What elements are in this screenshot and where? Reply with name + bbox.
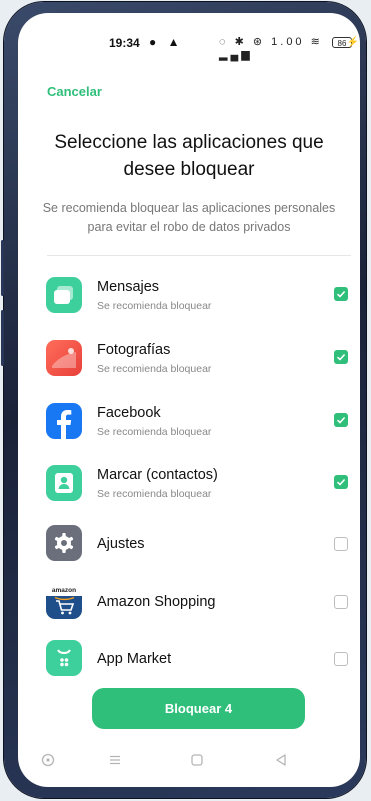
screen: 19:34 ● ▲ ◌ ✱ ⊛ 1.00 ≋ ▂▄▆ 86 ⚡ Cancelar… bbox=[18, 13, 360, 787]
app-row-ajustes[interactable]: Ajustes bbox=[18, 524, 360, 576]
checkbox-unchecked[interactable] bbox=[334, 537, 348, 551]
back-icon[interactable] bbox=[274, 753, 288, 767]
app-hint: Se recomienda bloquear bbox=[97, 300, 212, 312]
app-name: Facebook bbox=[97, 405, 161, 421]
app-name: Marcar (contactos) bbox=[97, 467, 218, 483]
checkbox-checked[interactable] bbox=[334, 413, 348, 427]
app-row-fotografias[interactable]: Fotografías Se recomienda bloquear bbox=[18, 338, 360, 390]
assistant-icon[interactable] bbox=[41, 753, 55, 767]
app-hint: Se recomienda bloquear bbox=[97, 363, 212, 375]
checkbox-checked[interactable] bbox=[334, 475, 348, 489]
app-name: App Market bbox=[97, 651, 172, 667]
app-row-amazon[interactable]: amazon Amazon Shopping bbox=[18, 582, 360, 634]
power-button bbox=[1, 310, 4, 366]
divider bbox=[47, 255, 351, 256]
checkbox-unchecked[interactable] bbox=[334, 652, 348, 666]
notification-icons: ● ▲ bbox=[149, 35, 184, 49]
amazon-icon: amazon bbox=[46, 583, 82, 619]
menu-icon[interactable] bbox=[108, 753, 122, 767]
battery-icon: 86 ⚡ bbox=[332, 37, 359, 48]
checkbox-unchecked[interactable] bbox=[334, 595, 348, 609]
app-name: Ajustes bbox=[97, 536, 145, 552]
app-name: Mensajes bbox=[97, 279, 160, 295]
status-time: 19:34 bbox=[109, 36, 140, 50]
charging-icon: ⚡ bbox=[346, 37, 359, 48]
app-market-icon bbox=[46, 640, 82, 676]
app-row-mensajes[interactable]: Mensajes Se recomienda bloquear bbox=[18, 275, 360, 327]
app-hint: Se recomienda bloquear bbox=[97, 488, 212, 500]
app-name: Fotografías bbox=[97, 342, 171, 358]
checkbox-checked[interactable] bbox=[334, 287, 348, 301]
app-row-contactos[interactable]: Marcar (contactos) Se recomienda bloquea… bbox=[18, 463, 360, 515]
photos-icon bbox=[46, 340, 82, 376]
phone-frame: 19:34 ● ▲ ◌ ✱ ⊛ 1.00 ≋ ▂▄▆ 86 ⚡ Cancelar… bbox=[1, 2, 366, 798]
app-row-app-market[interactable]: App Market bbox=[18, 639, 360, 691]
facebook-icon bbox=[46, 403, 82, 439]
lock-button[interactable]: Bloquear 4 bbox=[92, 688, 305, 729]
page-title: Seleccione las aplicaciones que desee bl… bbox=[54, 132, 324, 180]
status-bar: 19:34 ● ▲ ◌ ✱ ⊛ 1.00 ≋ ▂▄▆ 86 ⚡ bbox=[18, 35, 360, 61]
page-subtitle: Se recomienda bloquear las aplicaciones … bbox=[42, 201, 336, 234]
app-hint: Se recomienda bloquear bbox=[97, 426, 212, 438]
settings-icon bbox=[46, 525, 82, 561]
battery-level: 86 bbox=[337, 39, 347, 48]
svg-text:amazon: amazon bbox=[52, 587, 76, 594]
checkbox-checked[interactable] bbox=[334, 350, 348, 364]
home-icon[interactable] bbox=[190, 753, 204, 767]
system-nav-bar bbox=[18, 753, 360, 777]
volume-button bbox=[1, 240, 4, 296]
app-name: Amazon Shopping bbox=[97, 594, 216, 610]
contacts-icon bbox=[46, 465, 82, 501]
cancel-button[interactable]: Cancelar bbox=[47, 84, 102, 99]
app-row-facebook[interactable]: Facebook Se recomienda bloquear bbox=[18, 401, 360, 453]
messages-icon bbox=[46, 277, 82, 313]
